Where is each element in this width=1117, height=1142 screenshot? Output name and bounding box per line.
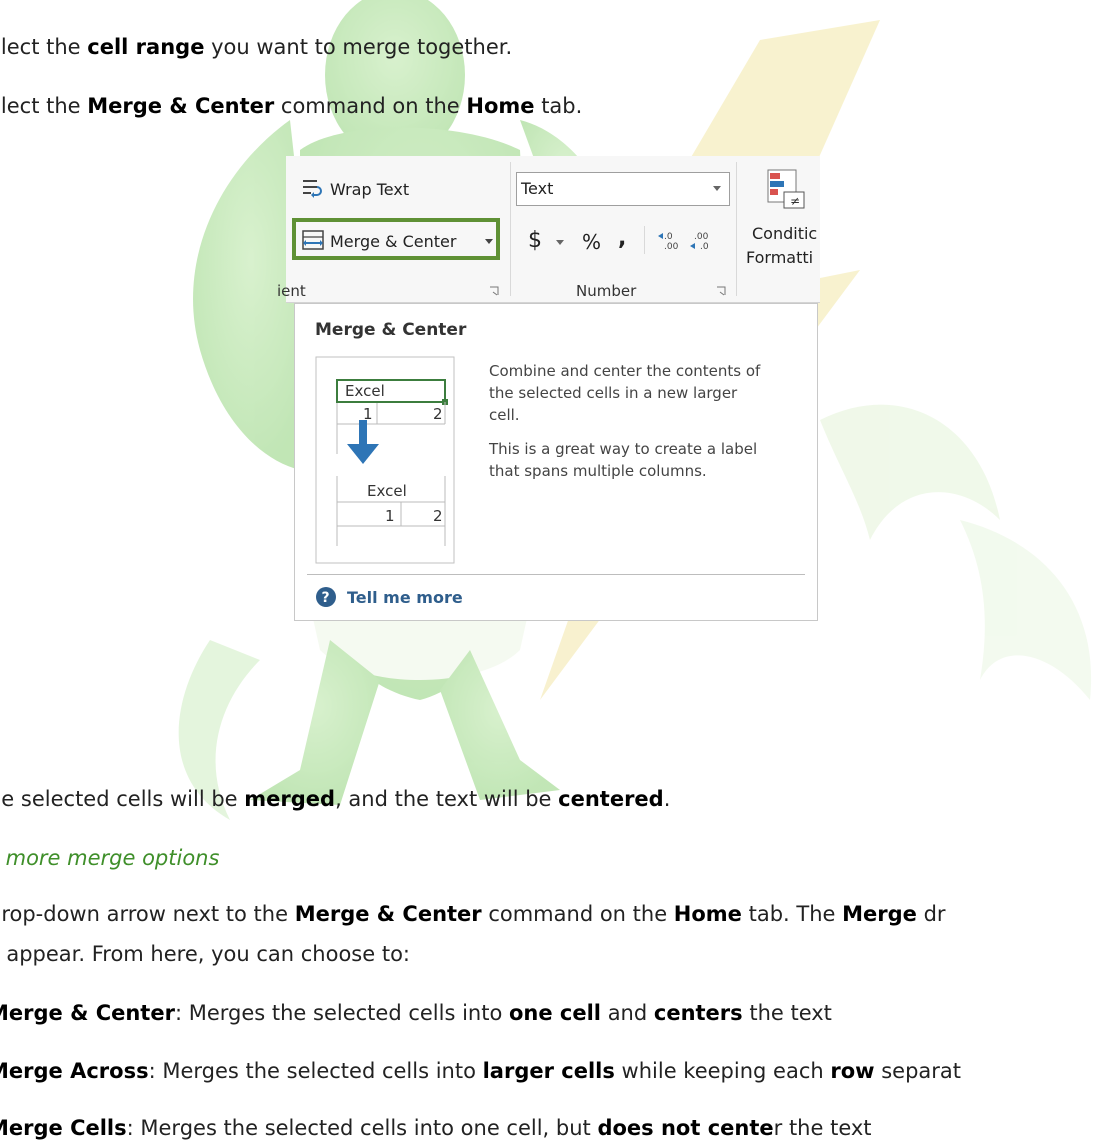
tooltip-divider	[307, 574, 805, 575]
body-text: and	[601, 1001, 654, 1025]
preview-before-cell-2: 2	[433, 405, 443, 423]
instruction-line-2: ll appear. From here, you can choose to:	[0, 940, 410, 968]
emphasis-text: Merge & Center	[87, 94, 275, 118]
body-text: , and the text will be	[335, 787, 559, 811]
svg-text:.0: .0	[700, 242, 709, 252]
body-text: tab.	[534, 94, 583, 118]
emphasis-text: merged	[244, 787, 336, 811]
merge-center-icon	[302, 230, 324, 250]
emphasis-text: Merge Across	[0, 1059, 149, 1083]
body-text: .	[663, 787, 671, 811]
body-text: r the text	[773, 1116, 872, 1140]
ribbon-panel: Wrap Text Merge & Center Text $ % , .0 .…	[277, 156, 820, 303]
step-select-merge-center: elect the Merge & Center command on the …	[0, 92, 582, 120]
preview-before-text: Excel	[345, 382, 385, 400]
preview-after-cell-2: 2	[433, 507, 443, 525]
svg-text:.00: .00	[664, 242, 679, 252]
help-icon: ?	[316, 587, 336, 607]
body-text: : Merges the selected cells into one cel…	[126, 1116, 598, 1140]
dialog-launcher-icon[interactable]	[489, 286, 499, 296]
step-select-cell-range: elect the cell range you want to merge t…	[0, 33, 512, 61]
conditional-formatting-icon: ≠	[767, 169, 805, 209]
body-text: : Merges the selected cells into	[148, 1059, 483, 1083]
emphasis-text: centers	[653, 1001, 743, 1025]
preview-after-text: Excel	[367, 482, 407, 500]
conditional-formatting-button[interactable]: Conditic	[752, 224, 817, 243]
body-text: he selected cells will be	[0, 787, 245, 811]
merge-center-tooltip: Merge & Center Excel 1 2 Excel 1 2 Combi…	[294, 303, 818, 621]
increase-decimal-icon[interactable]: .0 .00	[658, 230, 684, 252]
emphasis-text: Home	[466, 94, 535, 118]
instruction-line-1: drop-down arrow next to the Merge & Cent…	[0, 900, 946, 928]
chevron-down-icon	[713, 186, 721, 191]
svg-text:.0: .0	[664, 232, 673, 242]
ribbon-separator	[510, 162, 511, 296]
tooltip-description: Combine and center the contents of the s…	[489, 362, 761, 424]
currency-button[interactable]: $	[528, 228, 542, 253]
wrap-text-icon	[303, 180, 322, 198]
svg-text:.00: .00	[694, 232, 709, 242]
emphasis-text: Merge & Center	[0, 1001, 175, 1025]
body-text: elect the	[0, 35, 81, 59]
emphasis-text: one cell	[508, 1001, 602, 1025]
body-text: separat	[874, 1059, 962, 1083]
number-format-dropdown[interactable]: Text	[516, 172, 730, 206]
body-text: command on the	[274, 94, 467, 118]
body-text: elect the	[0, 94, 81, 118]
emphasis-text: centered	[558, 787, 664, 811]
body-text: dr	[916, 902, 946, 926]
svg-text:?: ?	[322, 590, 330, 606]
option-merge-across: Merge Across: Merges the selected cells …	[0, 1057, 961, 1085]
option-merge-center: Merge & Center: Merges the selected cell…	[0, 999, 832, 1027]
conditional-formatting-label-2: Formatti	[746, 248, 814, 267]
decrease-decimal-icon[interactable]: .00 .0	[690, 230, 716, 252]
emphasis-text: row	[830, 1059, 875, 1083]
body-text: : Merges the selected cells into	[174, 1001, 509, 1025]
body-text: drop-down arrow next to the	[0, 902, 295, 926]
body-text: while keeping each	[614, 1059, 831, 1083]
body-text: command on the	[481, 902, 674, 926]
emphasis-text: Merge Cells	[0, 1116, 127, 1140]
merge-preview-illustration: Excel 1 2 Excel 1 2	[315, 356, 455, 564]
emphasis-text: Merge	[842, 902, 917, 926]
merge-dropdown-arrow-icon[interactable]	[484, 238, 494, 246]
excel-ribbon-screenshot: Wrap Text Merge & Center Text $ % , .0 .…	[277, 156, 820, 622]
preview-after-cell-1: 1	[385, 507, 395, 525]
emphasis-text: larger cells	[482, 1059, 615, 1083]
percent-button[interactable]: %	[582, 230, 601, 254]
dialog-launcher-icon[interactable]	[716, 286, 726, 296]
number-group-label: Number	[576, 282, 637, 300]
tell-me-more-link[interactable]: ? Tell me more	[315, 586, 463, 608]
svg-text:≠: ≠	[790, 194, 800, 208]
subheading-merge-options: s more merge options	[0, 846, 220, 870]
wrap-text-button[interactable]: Wrap Text	[330, 180, 409, 199]
emphasis-text: cell range	[87, 35, 205, 59]
alignment-group-label: ient	[277, 282, 306, 300]
tooltip-description-extra: This is a great way to create a label th…	[489, 440, 758, 480]
result-description: he selected cells will be merged, and th…	[0, 785, 670, 813]
number-format-value: Text	[521, 179, 554, 198]
number-separator	[644, 226, 645, 254]
body-text: ll appear. From here, you can choose to:	[0, 942, 410, 966]
emphasis-text: does not cente	[597, 1116, 774, 1140]
body-text: tab. The	[741, 902, 843, 926]
currency-dropdown-icon[interactable]	[556, 240, 564, 246]
body-text: you want to merge together.	[204, 35, 513, 59]
body-text: the text	[742, 1001, 832, 1025]
emphasis-text: Home	[673, 902, 742, 926]
ribbon-separator	[736, 162, 737, 296]
tooltip-title: Merge & Center	[315, 320, 467, 340]
emphasis-text: Merge & Center	[294, 902, 482, 926]
comma-button[interactable]: ,	[618, 226, 626, 251]
option-merge-cells: Merge Cells: Merges the selected cells i…	[0, 1114, 872, 1142]
tell-me-more-label: Tell me more	[347, 587, 463, 607]
merge-center-button[interactable]: Merge & Center	[330, 232, 456, 251]
